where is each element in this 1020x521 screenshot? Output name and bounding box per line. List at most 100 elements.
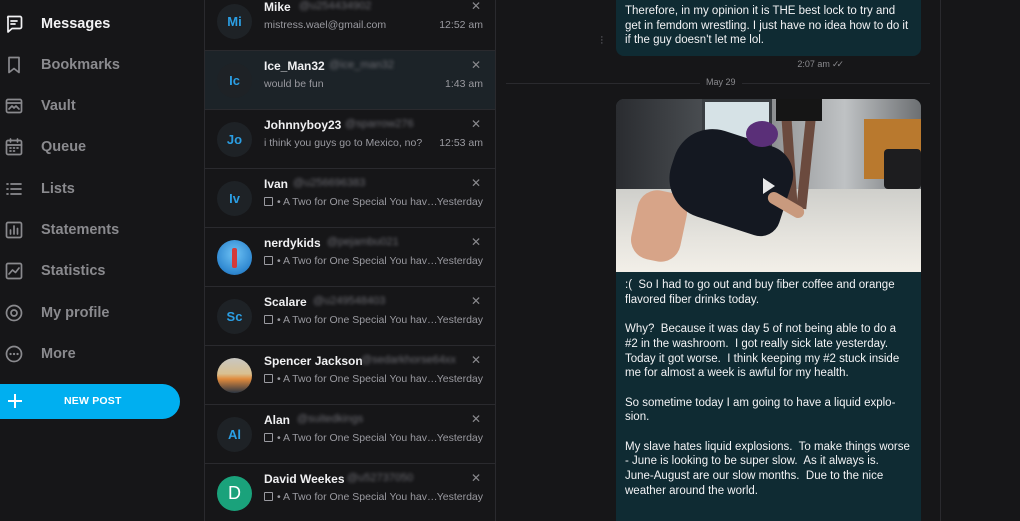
conversation-item-alan[interactable]: Al Alan @suitedkings ✕ • A Two for One S…	[205, 405, 495, 464]
video-thumbnail[interactable]	[616, 99, 921, 272]
conversation-time: Yesterday	[436, 314, 483, 326]
message-bubble: :( So I had to go out and buy fiber coff…	[616, 99, 921, 521]
image-icon	[264, 315, 273, 324]
more-circle-icon	[4, 344, 24, 364]
nav-item-statistics[interactable]: Statistics	[0, 253, 200, 289]
read-receipt-icon: ✓✓	[831, 59, 844, 69]
close-icon[interactable]: ✕	[471, 471, 481, 485]
conversation-item-johnnyboy23[interactable]: Jo Johnnyboy23 @sparrow276 ✕ i think you…	[205, 110, 495, 169]
nav-item-label: Queue	[41, 139, 87, 155]
conversation-time: 12:52 am	[439, 19, 483, 31]
image-icon	[264, 256, 273, 265]
avatar	[217, 240, 252, 275]
plus-icon	[8, 391, 22, 411]
avatar: Al	[217, 417, 252, 452]
conversation-time: 1:43 am	[445, 78, 483, 90]
nav-item-more[interactable]: More	[0, 336, 200, 372]
right-panel-edge	[940, 0, 1020, 521]
conversation-item-scalare[interactable]: Sc Scalare @u249548403 ✕ • A Two for One…	[205, 287, 495, 346]
conversation-item-spencer-jackson[interactable]: Spencer Jackson @sedarkhorse64xx ✕ • A T…	[205, 346, 495, 405]
line-chart-icon	[4, 261, 24, 281]
conversation-handle: @u254434902	[299, 0, 372, 12]
close-icon[interactable]: ✕	[471, 58, 481, 72]
conversation-preview: mistress.wael@gmail.com	[264, 19, 387, 31]
conversation-item-nerdykids[interactable]: nerdykids @pejambu021 ✕ • A Two for One …	[205, 228, 495, 287]
conversation-preview-text: • A Two for One Special You have...	[277, 314, 439, 326]
nav-item-vault[interactable]: Vault	[0, 88, 200, 124]
message-text: Therefore, in my opinion it is THE best …	[625, 5, 909, 47]
bar-chart-icon	[4, 220, 24, 240]
conversation-item-david-weekes[interactable]: D David Weekes @u52737050 ✕ • A Two for …	[205, 464, 495, 521]
conversation-handle: @u256696383	[293, 177, 366, 189]
image-icon	[264, 197, 273, 206]
avatar: Ic	[217, 63, 252, 98]
new-post-button[interactable]: NEW POST	[0, 384, 180, 419]
conversation-preview: • A Two for One Special You have...	[264, 432, 439, 444]
conversation-item-ivan[interactable]: Iv Ivan @u256696383 ✕ • A Two for One Sp…	[205, 169, 495, 228]
conversation-list: Mi Mike @u254434902 ✕ mistress.wael@gmai…	[204, 0, 496, 521]
calendar-icon	[4, 137, 24, 157]
conversation-name: Scalare	[264, 295, 307, 309]
conversation-time: Yesterday	[436, 373, 483, 385]
conversation-preview-text: • A Two for One Special You have...	[277, 432, 439, 444]
nav-item-my-profile[interactable]: My profile	[0, 295, 200, 331]
date-separator: May 29	[506, 77, 930, 87]
nav-item-lists[interactable]: Lists	[0, 171, 200, 207]
avatar: Iv	[217, 181, 252, 216]
close-icon[interactable]: ✕	[471, 0, 481, 13]
nav-item-label: Statistics	[41, 263, 106, 279]
play-icon[interactable]	[763, 178, 775, 194]
new-post-label: NEW POST	[64, 395, 122, 407]
close-icon[interactable]: ✕	[471, 353, 481, 367]
conversation-handle: @suitedkings	[297, 413, 364, 425]
conversation-time: 12:53 am	[439, 137, 483, 149]
nav-item-messages[interactable]: Messages	[0, 6, 200, 42]
conversation-preview: • A Two for One Special You have...	[264, 314, 439, 326]
conversation-preview-text: • A Two for One Special You have...	[277, 491, 439, 503]
conversation-name: Alan	[264, 413, 291, 427]
nav-item-label: Vault	[41, 98, 76, 114]
conversation-name: Ice_Man32	[264, 59, 325, 73]
image-folder-icon	[4, 96, 24, 116]
conversation-name: Spencer Jackson	[264, 354, 363, 368]
close-icon[interactable]: ✕	[471, 412, 481, 426]
conversation-time: Yesterday	[436, 491, 483, 503]
conversation-preview: • A Two for One Special You have...	[264, 196, 439, 208]
message-text: :( So I had to go out and buy fiber coff…	[625, 279, 910, 497]
close-icon[interactable]: ✕	[471, 235, 481, 249]
avatar: Sc	[217, 299, 252, 334]
conversation-item-ice-man32[interactable]: Ic Ice_Man32 @ice_man32 ✕ would be fun 1…	[205, 51, 495, 110]
conversation-handle: @ice_man32	[329, 59, 394, 71]
nav-item-label: Messages	[41, 16, 111, 32]
close-icon[interactable]: ✕	[471, 176, 481, 190]
nav-item-bookmarks[interactable]: Bookmarks	[0, 47, 200, 83]
nav-item-queue[interactable]: Queue	[0, 129, 200, 165]
avatar: Mi	[217, 4, 252, 39]
conversation-name: Johnnyboy23	[264, 118, 342, 132]
image-icon	[264, 374, 273, 383]
nav-item-label: More	[41, 346, 76, 362]
conversation-name: Ivan	[264, 177, 289, 191]
conversation-item-mike[interactable]: Mi Mike @u254434902 ✕ mistress.wael@gmai…	[205, 0, 495, 51]
avatar: D	[217, 476, 252, 511]
close-icon[interactable]: ✕	[471, 117, 481, 131]
conversation-name: Mike	[264, 0, 291, 14]
conversation-preview-text: • A Two for One Special You have...	[277, 196, 439, 208]
nav-item-statements[interactable]: Statements	[0, 212, 200, 248]
conversation-name: nerdykids	[264, 236, 321, 250]
conversation-handle: @u52737050	[347, 472, 414, 484]
conversation-preview: • A Two for One Special You have...	[264, 255, 439, 267]
avatar: Jo	[217, 122, 252, 157]
message-timestamp: 2:07 am ✓✓	[797, 59, 844, 70]
bookmark-icon	[4, 55, 24, 75]
close-icon[interactable]: ✕	[471, 294, 481, 308]
conversation-preview: • A Two for One Special You have...	[264, 373, 439, 385]
conversation-preview: i think you guys go to Mexico, no?	[264, 137, 423, 149]
nav-item-label: Lists	[41, 181, 75, 197]
conversation-handle: @sedarkhorse64xx	[361, 354, 456, 366]
message-options-icon[interactable]: · · ·	[600, 32, 604, 49]
conversation-time: Yesterday	[436, 196, 483, 208]
date-separator-label: May 29	[700, 77, 742, 87]
image-icon	[264, 433, 273, 442]
conversation-preview: • A Two for One Special You have...	[264, 491, 439, 503]
